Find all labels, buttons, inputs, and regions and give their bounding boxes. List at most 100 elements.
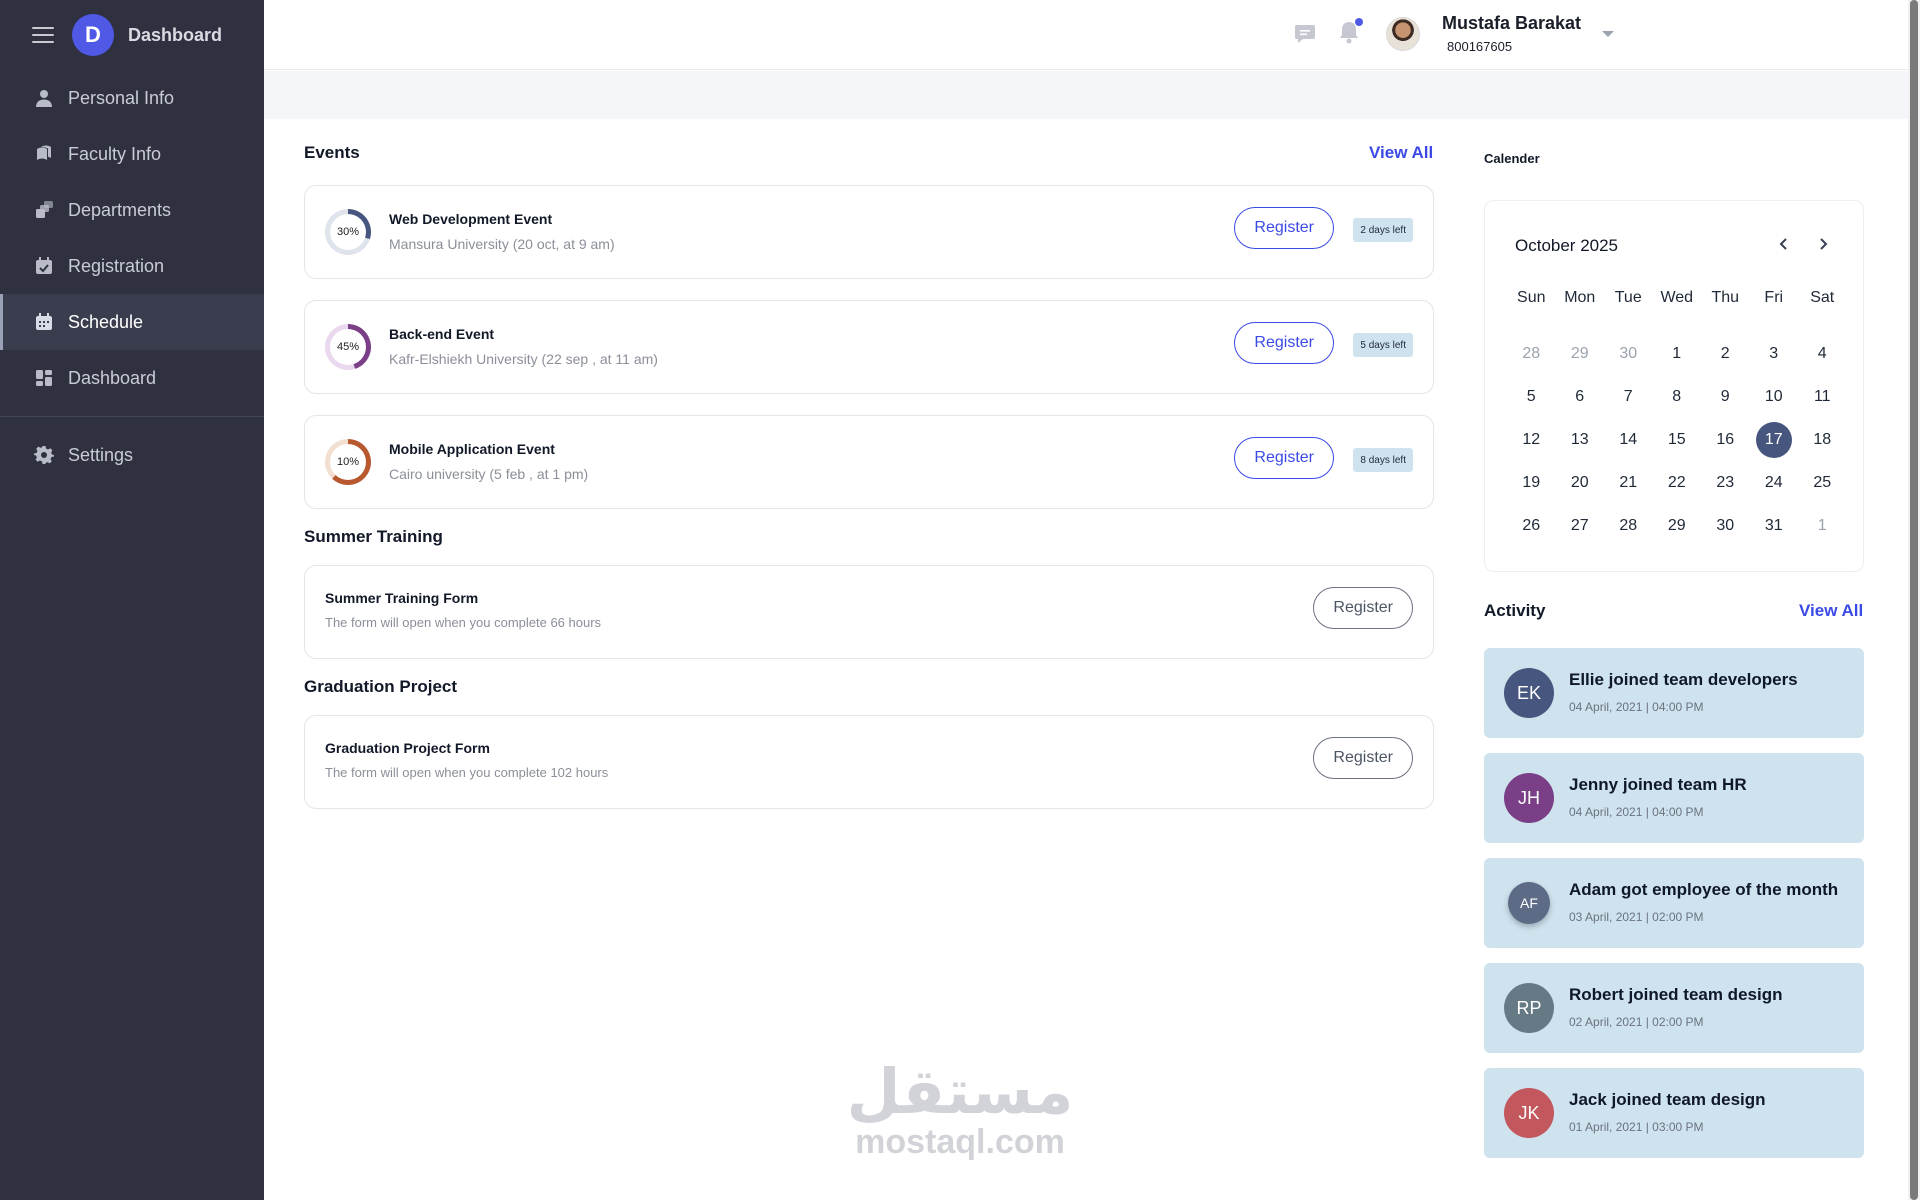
calendar-day[interactable]: 17 — [1750, 418, 1799, 461]
faculty-icon — [34, 144, 54, 164]
calendar-day[interactable]: 16 — [1701, 418, 1750, 461]
sidebar-item-departments[interactable]: Departments — [0, 182, 264, 238]
calendar-day[interactable]: 7 — [1604, 375, 1653, 418]
calendar-day[interactable]: 4 — [1798, 332, 1847, 375]
calendar-day[interactable]: 10 — [1750, 375, 1799, 418]
calendar-title: Calender — [1484, 151, 1540, 166]
calendar-day[interactable]: 22 — [1653, 461, 1702, 504]
days-left-badge: 2 days left — [1353, 218, 1413, 242]
header-band — [264, 71, 1908, 119]
calendar-day[interactable]: 5 — [1507, 375, 1556, 418]
menu-icon[interactable] — [32, 27, 54, 43]
sidebar-item-settings[interactable]: Settings — [0, 427, 264, 483]
event-title: Back-end Event — [389, 326, 495, 342]
scrollbar-thumb[interactable] — [1910, 0, 1918, 1200]
calendar-day[interactable]: 3 — [1750, 332, 1799, 375]
watermark-latin: mostaql.com — [855, 1123, 1065, 1161]
notification-dot — [1355, 18, 1363, 26]
calendar-day[interactable]: 1 — [1798, 504, 1847, 547]
avatar: JH — [1504, 773, 1554, 823]
progress-value: 10% — [330, 444, 366, 480]
sidebar-item-label: Faculty Info — [68, 143, 162, 164]
avatar: EK — [1504, 668, 1554, 718]
weekday-label: Fri — [1764, 289, 1784, 306]
user-name[interactable]: Mustafa Barakat — [1442, 13, 1581, 34]
watermark-arabic: مستقل — [846, 1055, 1074, 1128]
register-button[interactable]: Register — [1234, 322, 1334, 364]
calendar-day[interactable]: 25 — [1798, 461, 1847, 504]
event-title: Web Development Event — [389, 211, 553, 227]
calendar-day[interactable]: 20 — [1556, 461, 1605, 504]
activity-item[interactable]: JK Jack joined team design 01 April, 202… — [1484, 1068, 1864, 1158]
calendar-day[interactable]: 24 — [1750, 461, 1799, 504]
activity-time: 04 April, 2021 | 04:00 PM — [1569, 700, 1704, 714]
departments-icon — [34, 200, 54, 220]
calendar-grid: Sun Mon Tue Wed Thu Fri Sat 28 29 30 1 2 3 4 5 6 7 8 9 10 11… — [1507, 289, 1847, 547]
calendar-day[interactable]: 27 — [1556, 504, 1605, 547]
calendar-day[interactable]: 28 — [1604, 504, 1653, 547]
calendar-day[interactable]: 18 — [1798, 418, 1847, 461]
register-button[interactable]: Register — [1313, 737, 1413, 779]
sidebar-item-label: Schedule — [68, 311, 144, 332]
calendar-day[interactable]: 1 — [1653, 332, 1702, 375]
sidebar-item-faculty-info[interactable]: Faculty Info — [0, 126, 264, 182]
registration-icon — [34, 256, 54, 276]
calendar-day[interactable]: 14 — [1604, 418, 1653, 461]
summer-training-card: Summer Training Form The form will open … — [304, 565, 1434, 659]
graduation-project-card: Graduation Project Form The form will op… — [304, 715, 1434, 809]
register-button[interactable]: Register — [1313, 587, 1413, 629]
logo: D — [72, 14, 114, 56]
activity-view-all-link[interactable]: View All — [1799, 601, 1863, 621]
brand-title: Dashboard — [128, 24, 223, 45]
weekday-label: Mon — [1564, 289, 1596, 306]
register-button[interactable]: Register — [1234, 207, 1334, 249]
days-left-badge: 8 days left — [1353, 448, 1413, 472]
chevron-right-icon[interactable] — [1813, 234, 1833, 254]
calendar-day[interactable]: 29 — [1556, 332, 1605, 375]
event-card: 45% Back-end Event Kafr-Elshiekh Univers… — [304, 300, 1434, 394]
form-title: Summer Training Form — [325, 590, 479, 606]
calendar-day[interactable]: 31 — [1750, 504, 1799, 547]
chevron-left-icon[interactable] — [1774, 234, 1794, 254]
calendar-day[interactable]: 21 — [1604, 461, 1653, 504]
calendar-day[interactable]: 23 — [1701, 461, 1750, 504]
calendar-day[interactable]: 26 — [1507, 504, 1556, 547]
sidebar-item-personal-info[interactable]: Personal Info — [0, 70, 264, 126]
activity-item[interactable]: AF Adam got employee of the month 03 Apr… — [1484, 858, 1864, 948]
chevron-down-icon[interactable] — [1602, 31, 1614, 37]
calendar-day[interactable]: 2 — [1701, 332, 1750, 375]
activity-item[interactable]: RP Robert joined team design 02 April, 2… — [1484, 963, 1864, 1053]
activity-time: 04 April, 2021 | 04:00 PM — [1569, 805, 1704, 819]
activity-item[interactable]: JH Jenny joined team HR 04 April, 2021 |… — [1484, 753, 1864, 843]
gear-icon — [34, 445, 54, 465]
chat-icon[interactable] — [1294, 24, 1316, 44]
calendar-day[interactable]: 19 — [1507, 461, 1556, 504]
event-card: 30% Web Development Event Mansura Univer… — [304, 185, 1434, 279]
weekday-label: Sun — [1517, 289, 1546, 306]
activity-item[interactable]: EK Ellie joined team developers 04 April… — [1484, 648, 1864, 738]
register-button[interactable]: Register — [1234, 437, 1334, 479]
calendar-month: October 2025 — [1515, 236, 1619, 255]
calendar-day[interactable]: 29 — [1653, 504, 1702, 547]
sidebar-item-dashboard[interactable]: Dashboard — [0, 350, 264, 406]
calendar-day[interactable]: 12 — [1507, 418, 1556, 461]
activity-text: Robert joined team design — [1569, 985, 1783, 1004]
calendar-day[interactable]: 8 — [1653, 375, 1702, 418]
avatar[interactable] — [1386, 17, 1420, 51]
progress-ring: 45% — [325, 324, 371, 370]
event-title: Mobile Application Event — [389, 441, 555, 457]
calendar-day[interactable]: 30 — [1604, 332, 1653, 375]
activity-text: Jack joined team design — [1569, 1090, 1766, 1109]
calendar-day[interactable]: 30 — [1701, 504, 1750, 547]
calendar-day[interactable]: 28 — [1507, 332, 1556, 375]
events-view-all-link[interactable]: View All — [1369, 143, 1433, 163]
calendar-day[interactable]: 15 — [1653, 418, 1702, 461]
sidebar-item-schedule[interactable]: Schedule — [0, 294, 264, 350]
calendar-day[interactable]: 6 — [1556, 375, 1605, 418]
weekday-label: Thu — [1711, 289, 1740, 306]
calendar-day[interactable]: 11 — [1798, 375, 1847, 418]
events-title: Events — [304, 143, 360, 162]
calendar-day[interactable]: 13 — [1556, 418, 1605, 461]
sidebar-item-registration[interactable]: Registration — [0, 238, 264, 294]
calendar-day[interactable]: 9 — [1701, 375, 1750, 418]
